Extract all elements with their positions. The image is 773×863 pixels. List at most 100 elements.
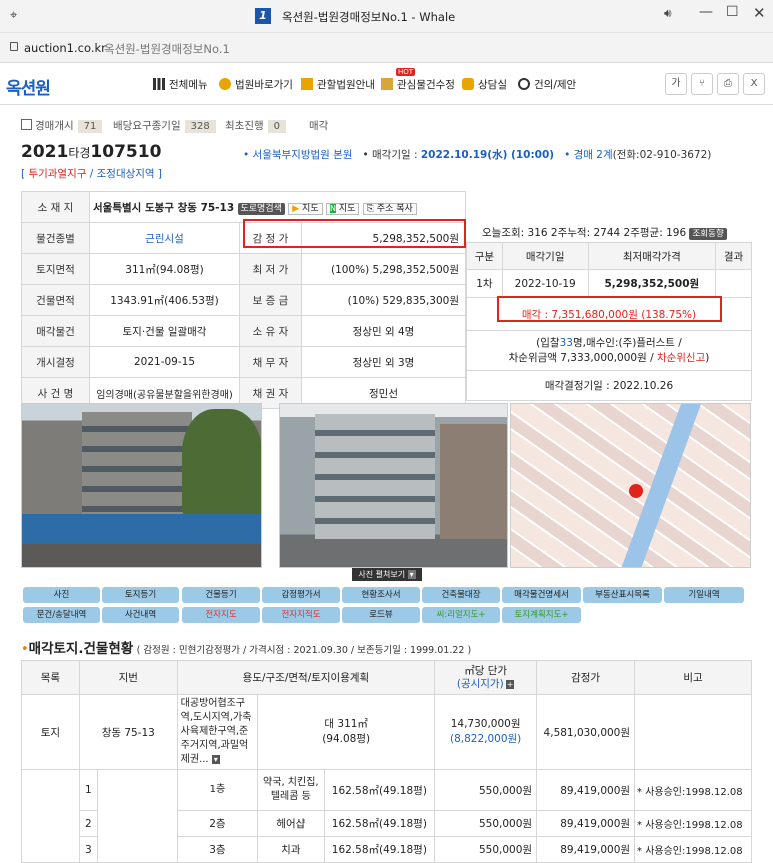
tag-adjust: 조정대상지역 (96, 168, 155, 180)
owner: 정상민 외 4명 (301, 315, 466, 347)
nav-suggest[interactable]: 건의/제안 (518, 77, 576, 92)
hot-badge: HOT (396, 68, 416, 76)
tab-real-map[interactable]: 씨:리얼지도+ (422, 607, 500, 623)
address-value: 서울특별시 도봉구 창동 75-13 (93, 201, 235, 214)
tab-property-list[interactable]: 부동산표시목록 (583, 587, 662, 603)
land-building-table: 목록 지번 용도/구조/면적/토지이용계획 ㎡당 단가 (공시지가) + 감정가 비… (21, 660, 752, 863)
copy-icon: ⎘ (366, 203, 374, 214)
chat-icon (462, 78, 474, 90)
view-trend-button[interactable]: 조회동향 (689, 228, 727, 240)
bid-date: 2022-10-19 (501, 269, 589, 298)
minimize-icon[interactable]: — (699, 4, 713, 20)
deposit: (10%) 529,835,300원 (301, 284, 466, 316)
volume-icon[interactable]: 🔊︎ (664, 6, 672, 21)
tab-ledger[interactable]: 건축물대장 (422, 587, 500, 603)
tab-documents[interactable]: 문건/송달내역 (23, 607, 100, 623)
property-type[interactable]: 근린시설 (89, 222, 240, 254)
building-row: 1 1층 약국, 치킨집, 텔레콤 등 162.58㎡(49.18평) 550,… (21, 769, 752, 863)
tab-emap[interactable]: 전자지도 (182, 607, 260, 623)
bullet-icon: • (21, 642, 29, 657)
shop-front (22, 514, 261, 544)
address-bar[interactable]: auction1.co.kr 옥션원-법원경매정보No.1 (0, 33, 773, 63)
case-number: 2021타경107510 (21, 142, 162, 162)
tab-appraisal[interactable]: 감정평가서 (262, 587, 340, 603)
expand-photos-button[interactable]: 사진 펼쳐보기 ▾ (352, 568, 422, 581)
tab-roadview[interactable]: 로드뷰 (342, 607, 420, 623)
tab-case-history[interactable]: 사건내역 (102, 607, 179, 623)
section-title: 매각토지.건물현황 (28, 641, 134, 657)
tab-survey[interactable]: 현황조사서 (342, 587, 420, 603)
map-button-1[interactable]: ▶ 지도 (288, 202, 323, 215)
tag-speculation: 투기과열지구 (28, 168, 87, 180)
winner-detail: (입찰33명,매수인:(주)플러스트 / 차순위금액 7,333,000,000… (466, 330, 752, 371)
nav-interest[interactable]: HOT 관심물건수정 (381, 68, 455, 92)
naver-icon: N (329, 203, 336, 213)
case-meta: • 서울북부지방법원 본원 • 매각기일 : 2022.10.19(水) (10… (243, 149, 712, 161)
sold-highlight (497, 296, 722, 322)
photo-map[interactable] (510, 403, 751, 568)
dept: 2계 (596, 149, 613, 161)
share-button[interactable]: ⑂ (691, 73, 713, 95)
court-name[interactable]: • 서울북부지방법원 본원 (243, 149, 352, 161)
appraisal-highlight (243, 219, 466, 248)
decision-date-cell: 매각결정기일 : 2022.10.26 (466, 370, 752, 401)
building-shape (315, 414, 435, 539)
tab-photos[interactable]: 사진 (23, 587, 100, 603)
print-icon: ⎙ (724, 78, 732, 89)
title-bar: ⌖ 1 옥션원-법원경매정보No.1 - Whale 🔊︎ — ☐ ✕ (0, 0, 773, 33)
map-button-2[interactable]: N 지도 (325, 202, 360, 215)
url-text[interactable]: auction1.co.kr (24, 41, 106, 55)
step-first: 최초진행 0 (225, 118, 289, 133)
step-claim: 배당요구종기일 328 (113, 118, 219, 133)
map-icon: ▶ (292, 203, 300, 214)
land-area: 311㎡(94.08평) (89, 253, 240, 285)
sale-object: 토지·건물 일괄매각 (89, 315, 240, 347)
lock-icon (10, 42, 18, 51)
pin-icon[interactable]: ⌖ (10, 8, 17, 23)
nav-consult[interactable]: 상담실 (462, 77, 507, 92)
book-icon (301, 78, 313, 90)
close-page-button[interactable]: X (743, 73, 765, 95)
tab-plan-map[interactable]: 토지계획지도+ (502, 607, 581, 623)
sale-date: 2022.10.19(水) (10:00) (420, 149, 555, 161)
addr-label: 소 재 지 (21, 191, 90, 223)
more-icon[interactable]: ▾ (211, 755, 220, 764)
nav-court-guide[interactable]: 관할법원안내 (301, 77, 375, 92)
folder-icon (381, 78, 393, 90)
addr-cell: 서울특별시 도봉구 창동 75-13 도로명검색 ▶ 지도 N 지도 ⎘ 주소 … (89, 191, 466, 223)
road-search-button[interactable]: 도로명검색 (237, 202, 285, 215)
nav-court-link[interactable]: 법원바로가기 (219, 77, 293, 92)
court-icon (219, 78, 231, 90)
copy-address-button[interactable]: ⎘ 주소 복사 (362, 202, 417, 215)
tab-spec[interactable]: 매각물건명세서 (502, 587, 581, 603)
view-stats: 오늘조회: 316 2주누적: 2744 2주평균: 196 조회동향 (482, 225, 727, 240)
court-phone: (전화:02-910-3672) (612, 149, 712, 161)
photo-building-2[interactable] (279, 403, 508, 568)
maximize-icon[interactable]: ☐ (726, 4, 739, 20)
print-button[interactable]: ⎙ (717, 73, 739, 95)
nav-all-menu[interactable]: 전체메뉴 (153, 77, 208, 92)
zone-tags: [ 투기과열지구 / 조정대상지역 ] (21, 168, 163, 180)
steps-icon (21, 119, 32, 130)
tab-schedule[interactable]: 기일내역 (664, 587, 744, 603)
tab-cadastral[interactable]: 전자지적도 (262, 607, 340, 623)
building-area: 1343.91㎡(406.53평) (89, 284, 240, 316)
site-logo[interactable]: 옥션원 (6, 74, 51, 99)
debtor: 정상민 외 3명 (301, 346, 466, 378)
tree-shape (182, 409, 261, 519)
plus-icon[interactable]: + (505, 679, 515, 689)
close-icon[interactable]: ✕ (753, 4, 766, 22)
tab-building-registry[interactable]: 건물등기 (182, 587, 260, 603)
tab-land-registry[interactable]: 토지등기 (102, 587, 179, 603)
photo-building-1[interactable] (21, 403, 262, 568)
font-size-button[interactable]: 가 (665, 73, 687, 95)
step-start: 경매개시 71 (35, 118, 105, 133)
grid-icon (153, 78, 165, 90)
window-title: 옥션원-법원경매정보No.1 - Whale (282, 10, 456, 24)
headset-icon (518, 78, 530, 90)
minimum-price: (100%) 5,298,352,500원 (301, 253, 466, 285)
start-date: 2021-09-15 (89, 346, 240, 378)
section-appraiser: ( 감정원 : 민현기감정평가 / 가격시점 : 2021.09.30 / 보존… (136, 645, 472, 656)
share-icon: ⑂ (699, 78, 705, 89)
side-building (440, 424, 507, 539)
